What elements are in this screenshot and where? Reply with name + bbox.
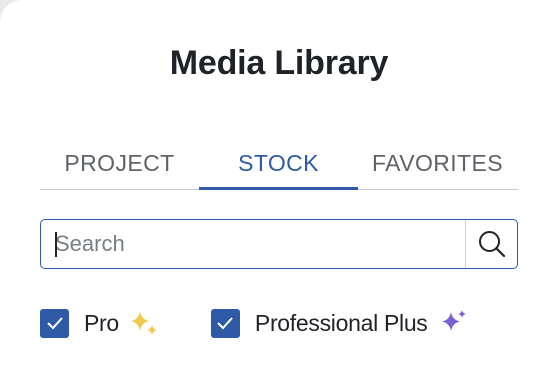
media-library-panel: Media Library PROJECT STOCK FAVORITES Pr… [0,0,552,374]
search-box [40,219,518,269]
professional-plus-label: Professional Plus [254,309,428,336]
pro-label: Pro [84,309,119,336]
filter-row: Pro Professional Plus [40,307,468,339]
text-caret [55,232,57,257]
search-icon [478,231,505,258]
tab-favorites[interactable]: FAVORITES [358,138,517,189]
sparkle-icon [438,309,468,337]
pro-checkbox[interactable] [40,308,69,338]
tab-stock[interactable]: STOCK [199,138,358,190]
sparkle-icon [129,309,159,337]
professional-plus-checkbox[interactable] [210,308,240,338]
filter-pro[interactable]: Pro [40,308,159,338]
search-input[interactable] [41,220,465,268]
search-button[interactable] [465,220,517,268]
panel-title: Media Library [169,44,389,82]
checkmark-icon [46,317,63,330]
checkmark-icon [217,317,234,330]
filter-professional-plus[interactable]: Professional Plus [210,308,468,338]
tab-project[interactable]: PROJECT [40,138,199,189]
tab-bar: PROJECT STOCK FAVORITES [40,138,518,190]
